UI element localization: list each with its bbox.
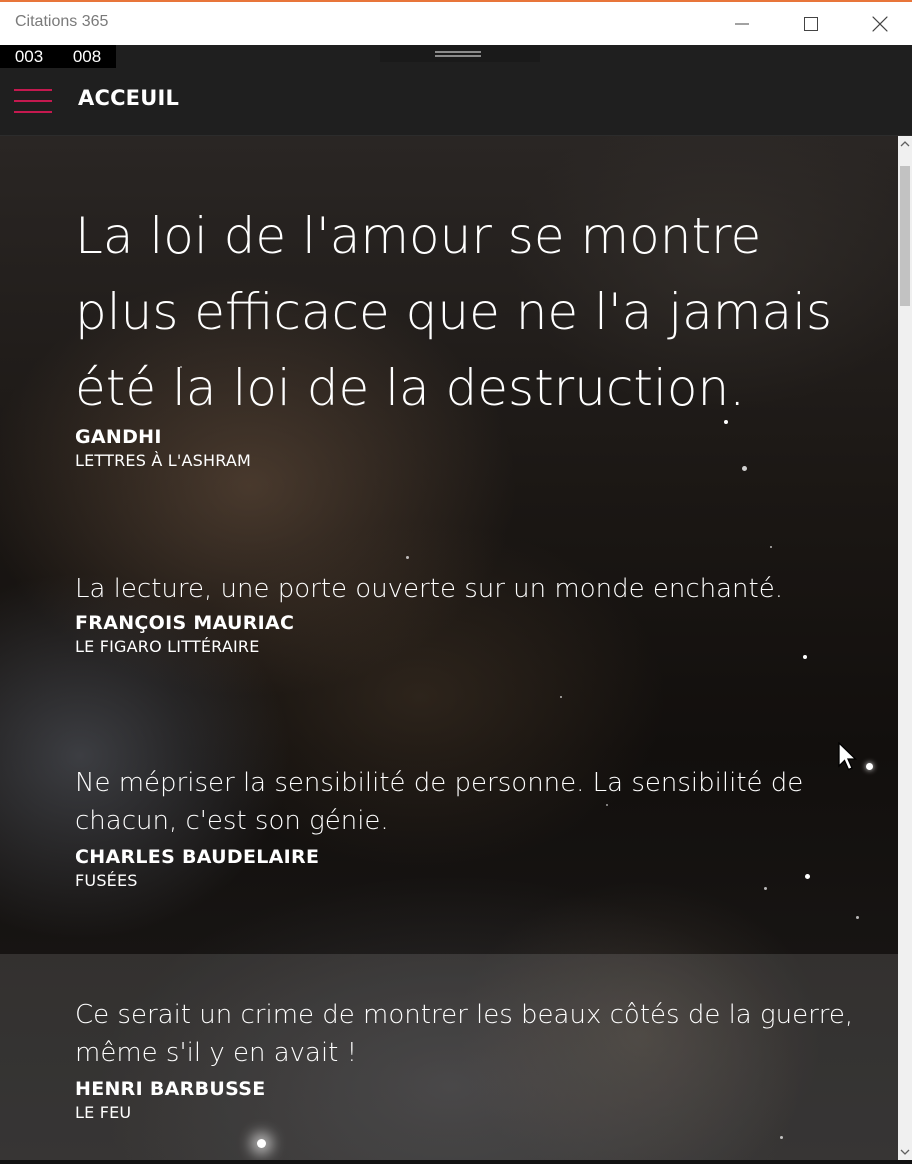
- quote-item[interactable]: Ce serait un crime de montrer les beaux …: [75, 996, 865, 1122]
- page-title: ACCEUIL: [78, 86, 180, 110]
- quote-author: CHARLES BAUDELAIRE: [75, 846, 320, 868]
- quotes-list[interactable]: La loi de l'amour se montre plus efficac…: [0, 136, 898, 1160]
- scroll-up-icon[interactable]: [898, 136, 912, 152]
- quote-source: LE FEU: [75, 1103, 132, 1122]
- counter-left: 003: [14, 47, 44, 66]
- maximize-icon: [804, 16, 818, 31]
- quote-author: FRANÇOIS MAURIAC: [75, 612, 295, 634]
- close-button[interactable]: [850, 2, 910, 45]
- app-header: 003 008 ACCEUIL: [0, 45, 912, 136]
- scroll-thumb[interactable]: [900, 166, 910, 306]
- quote-source: LE FIGARO LITTÉRAIRE: [75, 637, 260, 656]
- quote-text: Ce serait un crime de montrer les beaux …: [75, 1000, 854, 1068]
- quote-author: HENRI BARBUSSE: [75, 1078, 266, 1100]
- quote-text: La lecture, une porte ouverte sur un mon…: [75, 574, 783, 604]
- vertical-scrollbar[interactable]: [898, 136, 912, 1160]
- hamburger-menu-icon[interactable]: [14, 89, 52, 113]
- mouse-cursor-icon: [838, 741, 858, 776]
- maximize-button[interactable]: [781, 2, 841, 45]
- minimize-icon: [735, 23, 749, 24]
- window-titlebar: Citations 365: [0, 0, 912, 45]
- quote-author: GANDHI: [75, 426, 162, 448]
- quote-source: LETTRES À L'ASHRAM: [75, 451, 252, 470]
- scroll-down-icon[interactable]: [898, 1144, 912, 1160]
- close-icon: [872, 16, 888, 31]
- minimize-button[interactable]: [712, 2, 772, 45]
- counter-right: 008: [72, 47, 102, 66]
- quote-item[interactable]: Ne mépriser la sensibilité de personne. …: [75, 764, 835, 890]
- drag-handle[interactable]: [380, 45, 540, 62]
- window-title: Citations 365: [15, 13, 109, 30]
- quote-text: Ne mépriser la sensibilité de personne. …: [75, 768, 804, 836]
- quote-source: FUSÉES: [75, 871, 138, 890]
- quote-item[interactable]: La lecture, une porte ouverte sur un mon…: [75, 572, 875, 656]
- quote-text: La loi de l'amour se montre plus efficac…: [75, 207, 833, 417]
- frame-counters: 003 008: [0, 45, 116, 68]
- quote-item[interactable]: La loi de l'amour se montre plus efficac…: [75, 198, 835, 470]
